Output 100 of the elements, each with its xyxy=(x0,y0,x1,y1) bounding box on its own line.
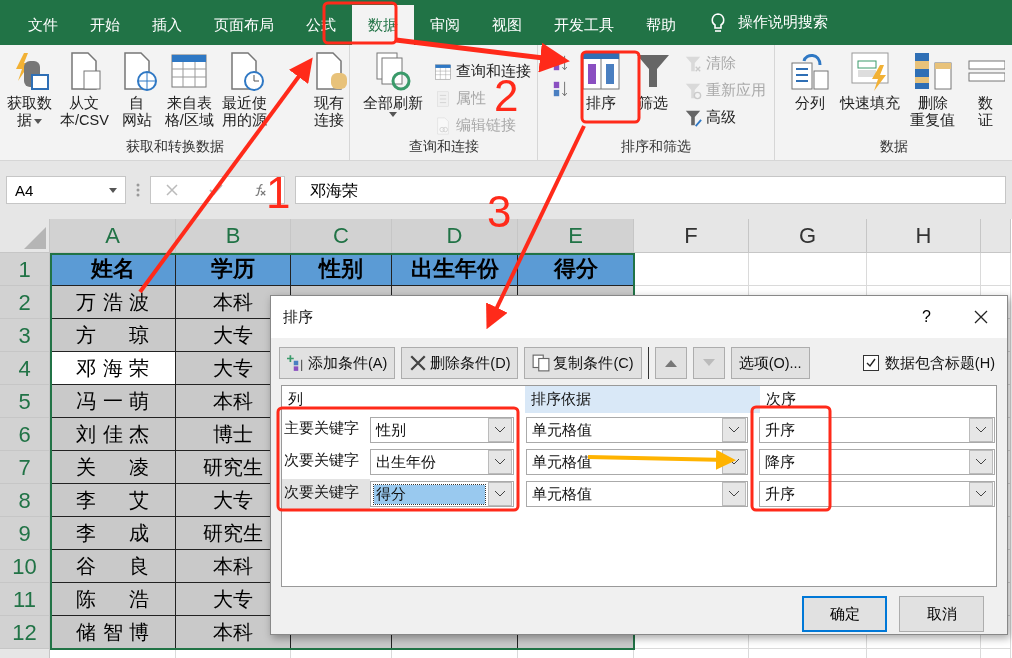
delete-condition-button[interactable]: 删除条件(D) xyxy=(401,347,519,379)
row-header[interactable]: 3 xyxy=(0,319,50,352)
column-dropdown[interactable]: 性别 xyxy=(370,417,514,443)
filter-pencil-icon xyxy=(684,108,702,127)
move-up-button[interactable] xyxy=(654,347,687,379)
key-label[interactable]: 次要关键字 xyxy=(282,479,370,509)
column-title-cell: 出生年份 xyxy=(392,253,518,286)
flash-fill-icon xyxy=(850,51,890,91)
chevron-down-icon xyxy=(729,491,739,497)
row-header[interactable]: 1 xyxy=(0,253,50,286)
group-label: 查询和连接 xyxy=(408,138,479,156)
options-button[interactable]: 选项(O)... xyxy=(730,347,810,379)
table-icon xyxy=(434,62,452,81)
copy-icon xyxy=(532,354,551,372)
ribbon-tab[interactable]: 文件 xyxy=(12,5,74,45)
table-cell: 储智博 xyxy=(50,616,176,649)
name-box[interactable]: A4 xyxy=(6,176,126,204)
row-header[interactable]: 10 xyxy=(0,550,50,583)
table-cell: 李 艾 xyxy=(50,484,176,517)
group-label: 排序和筛选 xyxy=(621,138,691,156)
table-icon xyxy=(169,51,210,91)
move-down-button[interactable] xyxy=(692,347,725,379)
check-icon[interactable] xyxy=(209,183,223,197)
column-header[interactable]: C xyxy=(291,219,392,253)
ribbon-button[interactable]: 从文 本/CSV xyxy=(57,49,112,138)
check-icon xyxy=(864,357,877,369)
row-header[interactable]: 7 xyxy=(0,451,50,484)
order-dropdown[interactable]: 降序 xyxy=(759,449,995,475)
sort-ascending-icon xyxy=(552,54,570,72)
column-header[interactable]: F xyxy=(634,219,749,253)
order-dropdown[interactable]: 升序 xyxy=(759,417,995,443)
ribbon-button[interactable]: 快速填充 xyxy=(837,49,903,138)
function-icon[interactable] xyxy=(253,183,267,197)
ribbon-button[interactable]: 来自表 格/区域 xyxy=(161,49,217,138)
step-number: 1 xyxy=(266,171,291,215)
ribbon-tab[interactable]: 帮助 xyxy=(630,5,692,45)
ribbon-button[interactable]: 全部刷新 xyxy=(360,49,426,138)
column-title-cell: 学历 xyxy=(176,253,291,286)
row-header[interactable]: 2 xyxy=(0,286,50,319)
group-label: 数据 xyxy=(879,138,908,156)
row-header[interactable]: 5 xyxy=(0,385,50,418)
ribbon-button[interactable]: 获取数 据 xyxy=(4,49,55,138)
sort-icon xyxy=(581,51,621,91)
row-header[interactable]: 11 xyxy=(0,583,50,616)
column-dropdown[interactable]: 得分 xyxy=(370,481,514,507)
close-icon[interactable] xyxy=(973,309,989,325)
tell-me-search[interactable]: 操作说明搜索 xyxy=(738,13,828,32)
order-dropdown[interactable]: 升序 xyxy=(759,481,995,507)
help-button[interactable]: ? xyxy=(916,307,937,327)
ok-button[interactable]: 确定 xyxy=(802,596,887,632)
ribbon-button[interactable]: 筛选 xyxy=(630,49,676,138)
table-cell: 谷 良 xyxy=(50,550,176,583)
filter-clear-icon xyxy=(684,54,702,73)
ribbon-button[interactable]: 数 证 xyxy=(962,49,1008,138)
sort-on-dropdown[interactable]: 单元格值 xyxy=(526,481,748,507)
ribbon-button[interactable]: 排序 xyxy=(578,49,624,138)
row-header[interactable]: 8 xyxy=(0,484,50,517)
ribbon-button[interactable]: 分列 xyxy=(787,49,833,138)
column-header[interactable]: E xyxy=(518,219,634,253)
triangle-icon xyxy=(24,227,46,249)
ribbon-tab[interactable]: 插入 xyxy=(136,5,198,45)
sort-on-dropdown[interactable]: 单元格值 xyxy=(526,417,748,443)
sort-descending-icon xyxy=(552,80,570,98)
ribbon-tab[interactable]: 开始 xyxy=(74,5,136,45)
ribbon-button[interactable]: 自 网站 xyxy=(113,49,160,138)
list-icon xyxy=(434,89,452,108)
ribbon-tab[interactable]: 视图 xyxy=(476,5,538,45)
row-header[interactable]: 4 xyxy=(0,352,50,385)
ribbon-tab[interactable]: 开发工具 xyxy=(538,5,630,45)
refresh-icon xyxy=(373,51,413,91)
delete-icon xyxy=(409,354,428,372)
chevron-down-icon xyxy=(729,427,739,433)
ribbon-button[interactable]: 删除 重复值 xyxy=(907,49,958,138)
chevron-down-icon xyxy=(729,459,739,465)
ribbon-button[interactable]: 现有 连接 xyxy=(305,49,352,138)
add-condition-button[interactable]: 添加条件(A) xyxy=(279,347,396,379)
column-header[interactable]: B xyxy=(176,219,291,253)
headers-checkbox[interactable]: 数据包含标题(H) xyxy=(862,353,995,373)
group-label: 获取和转换数据 xyxy=(125,138,224,156)
row-header[interactable]: 9 xyxy=(0,517,50,550)
link-icon xyxy=(434,116,452,135)
column-header[interactable]: A xyxy=(50,219,176,253)
table-cell: 刘佳杰 xyxy=(50,418,176,451)
column-header[interactable]: G xyxy=(749,219,867,253)
copy-condition-button[interactable]: 复制条件(C) xyxy=(524,347,642,379)
cancel-button[interactable]: 取消 xyxy=(899,596,984,632)
lightbulb-icon xyxy=(710,12,726,33)
chevron-down-icon xyxy=(495,427,505,433)
row-header[interactable]: 6 xyxy=(0,418,50,451)
row-header[interactable]: 12 xyxy=(0,616,50,649)
column-title-cell: 得分 xyxy=(518,253,634,286)
column-dropdown[interactable]: 出生年份 xyxy=(370,449,514,475)
split-columns-icon xyxy=(790,51,830,91)
ribbon-tab[interactable]: 审阅 xyxy=(414,5,476,45)
ribbon-button[interactable]: 高级 xyxy=(682,107,768,128)
grip-icon xyxy=(136,182,140,198)
ribbon-tab[interactable]: 页面布局 xyxy=(198,5,290,45)
column-header[interactable]: H xyxy=(867,219,981,253)
table-cell xyxy=(981,253,1011,286)
add-sort-icon xyxy=(287,354,305,372)
